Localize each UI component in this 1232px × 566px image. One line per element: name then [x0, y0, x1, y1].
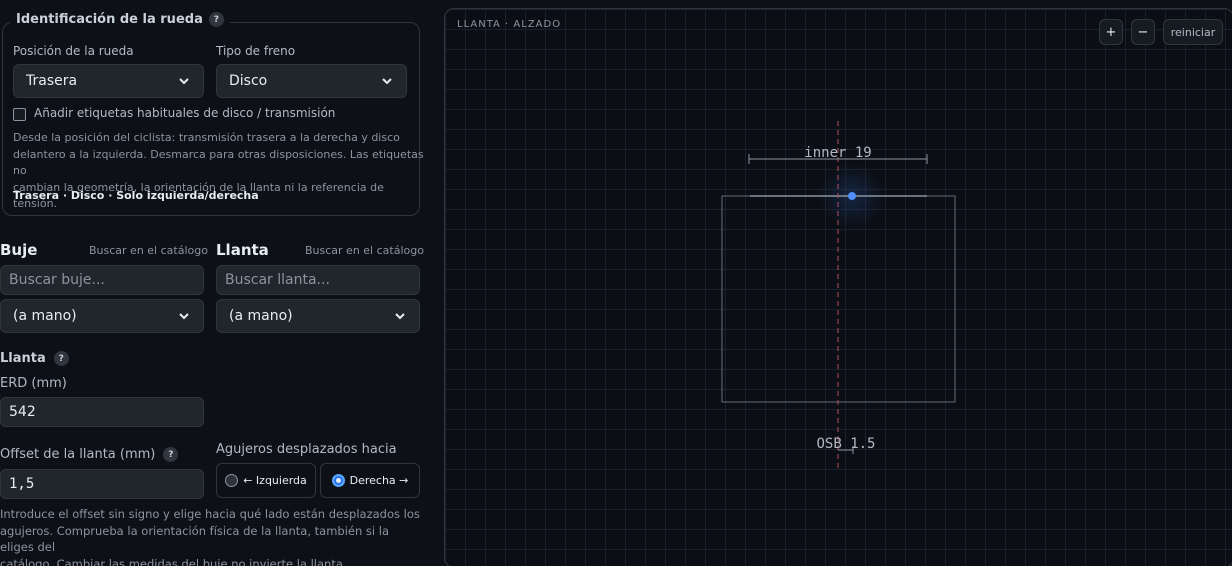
chevron-down-icon — [179, 313, 189, 320]
holes-right-label: Derecha → — [349, 474, 409, 487]
erd-label: ERD (mm) — [0, 376, 67, 391]
help-icon[interactable]: ? — [163, 447, 179, 462]
hub-catalog-link[interactable]: Buscar en el catálogo — [89, 244, 208, 257]
rim-picker-title: Llanta — [216, 241, 269, 259]
rim-catalog-link[interactable]: Buscar en el catálogo — [305, 244, 424, 257]
offset-input[interactable]: 1,5 — [0, 469, 204, 499]
help-icon[interactable]: ? — [53, 351, 69, 366]
radio-dot[interactable] — [331, 474, 345, 487]
rim-select[interactable]: (a mano) — [216, 299, 420, 333]
note-line: catálogo. Cambiar las medidas del buje n… — [0, 556, 347, 566]
app: Identificación de la rueda ? Posición de… — [0, 0, 1232, 566]
labels-checkbox[interactable] — [13, 108, 26, 121]
rim-section-outline — [721, 195, 956, 403]
valve-hole-marker[interactable] — [848, 192, 856, 200]
rim-canvas[interactable]: LLANTA · ALZADO + − reiniciar inner 19 O… — [444, 8, 1232, 566]
hub-select-value: (a mano) — [13, 308, 77, 324]
desc-line: Desde la posición del ciclista: transmis… — [13, 131, 400, 144]
wheel-summary: Trasera · Disco · Solo izquierda/derecha — [13, 189, 259, 202]
position-label: Posición de la rueda — [13, 44, 134, 58]
osb-label: OSB 1.5 — [816, 436, 875, 452]
hub-title: Buje — [0, 241, 38, 259]
holes-label: Agujeros desplazados hacia — [216, 442, 397, 457]
inner-width-label: inner 19 — [804, 145, 871, 161]
wheel-id-legend: Identificación de la rueda ? — [10, 12, 230, 27]
holes-left-option[interactable]: ← Izquierda — [216, 463, 316, 498]
offset-label: Offset de la llanta (mm) — [0, 447, 156, 462]
settings-panel: Identificación de la rueda ? Posición de… — [0, 0, 424, 566]
rim-search-input[interactable]: Buscar llanta... — [216, 265, 420, 295]
desc-line: delantero a la izquierda. Desmarca para … — [13, 147, 424, 178]
hub-select[interactable]: (a mano) — [0, 299, 204, 333]
rim-section-title: Llanta ? — [0, 351, 69, 366]
holes-left-label: ← Izquierda — [243, 474, 307, 487]
chevron-down-icon — [395, 313, 405, 320]
chevron-down-icon — [382, 78, 392, 85]
offset-label-row: Offset de la llanta (mm) ? — [0, 447, 179, 462]
rim-drawing: inner 19 OSB 1.5 — [721, 121, 956, 471]
rim-section-label: Llanta — [0, 351, 46, 366]
brake-select-value: Disco — [229, 73, 268, 89]
rim-note: Introduce el offset sin signo y elige ha… — [0, 506, 424, 566]
hub-search-input[interactable]: Buscar buje... — [0, 265, 204, 295]
help-icon[interactable]: ? — [208, 12, 224, 27]
wheel-id-title: Identificación de la rueda — [16, 12, 203, 27]
brake-select[interactable]: Disco — [216, 64, 407, 98]
radio-dot[interactable] — [225, 474, 239, 487]
erd-input[interactable]: 542 — [0, 397, 204, 427]
position-select[interactable]: Trasera — [13, 64, 204, 98]
brake-label: Tipo de freno — [216, 44, 296, 58]
holes-right-option[interactable]: Derecha → — [320, 463, 420, 498]
note-line: Introduce el offset sin signo y elige ha… — [0, 507, 420, 521]
chevron-down-icon — [179, 78, 189, 85]
note-line: agujeros. Comprueba la orientación físic… — [0, 523, 389, 555]
position-select-value: Trasera — [26, 73, 78, 89]
labels-checkbox-label[interactable]: Añadir etiquetas habituales de disco / t… — [34, 106, 335, 120]
rim-select-value: (a mano) — [229, 308, 293, 324]
